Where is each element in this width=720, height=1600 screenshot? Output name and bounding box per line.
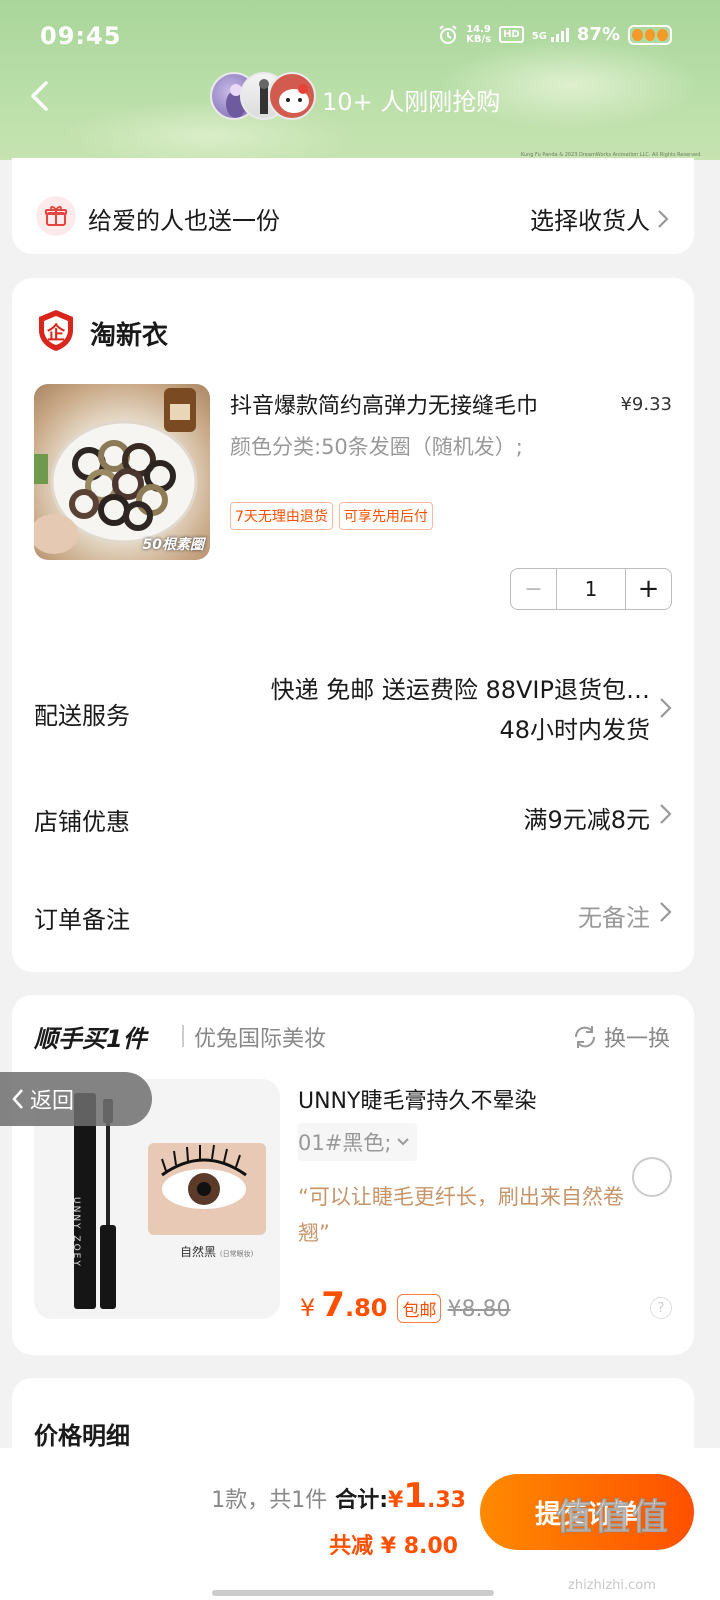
decrease-button[interactable]: −	[511, 569, 557, 609]
add-on-recommendation-card: 顺手买1件 优兔国际美妆 换一换 UNNY ZOEY 自然黑 (日常眼妆) UN…	[12, 995, 694, 1355]
chevron-right-icon	[660, 698, 672, 718]
watermark-url: zhizhizhi.com	[568, 1578, 656, 1593]
quantity-stepper: − 1 +	[510, 568, 672, 610]
product-quote: “可以让睫毛更纤长，刷出来自然卷翘”	[298, 1185, 624, 1245]
battery-percent: 87%	[576, 24, 620, 45]
chevron-left-icon	[31, 81, 48, 111]
product-title[interactable]: 抖音爆款简约高弹力无接缝毛巾	[230, 388, 538, 420]
gift-icon	[36, 196, 76, 236]
recommend-title: 顺手买1件	[34, 1025, 147, 1053]
delivery-options: 快递 免邮 送运费险 88VIP退货包…	[270, 676, 650, 704]
product-image-caption: 50根素圈	[142, 537, 204, 553]
price-integer: 7	[321, 1285, 345, 1325]
chevron-left-icon	[12, 1089, 23, 1109]
chevron-down-icon	[397, 1138, 410, 1146]
help-icon[interactable]: ?	[650, 1297, 672, 1319]
shop-discount-label: 店铺优惠	[34, 808, 130, 836]
enterprise-shield-icon: 企	[39, 310, 73, 351]
battery-icon	[628, 24, 672, 45]
delivery-service-row[interactable]: 快递 免邮 送运费险 88VIP退货包… 48小时内发货	[271, 670, 650, 750]
recommend-shop[interactable]: 优兔国际美妆	[194, 1021, 326, 1053]
refresh-button[interactable]: 换一换	[572, 1021, 670, 1053]
tag-return-policy: 7天无理由退货	[230, 502, 333, 530]
home-indicator[interactable]	[212, 1590, 494, 1596]
delivery-time: 48小时内发货	[499, 716, 650, 744]
select-recipient-label: 选择收货人	[530, 207, 650, 235]
buyer-avatars	[210, 72, 320, 122]
chevron-right-icon	[658, 209, 669, 228]
header-banner: Kung Fu Panda & 2023 DreamWorks Animatio…	[0, 0, 720, 160]
status-time: 09:45	[40, 22, 122, 50]
shop-discount-value[interactable]: 满9元减8元	[523, 800, 650, 835]
service-tags: 7天无理由退货 可享先用后付	[230, 502, 433, 530]
price-decimal: .80	[344, 1294, 388, 1322]
original-price: ¥8.80	[447, 1297, 511, 1322]
increase-button[interactable]: +	[625, 569, 671, 609]
recommend-price: ¥ 7 .80 包邮 ¥8.80	[300, 1285, 510, 1325]
divider	[182, 1025, 184, 1047]
gift-card[interactable]: 给爱的人也送一份 选择收货人	[12, 158, 694, 254]
shop-order-card: 企 淘新衣 50根素圈 抖音爆款简约高弹力无接缝毛巾 ¥9.33 颜色分类:50…	[12, 278, 694, 972]
total-decimal: .33	[427, 1488, 466, 1513]
total-discount[interactable]: 共减 ¥ 8.00	[329, 1528, 458, 1560]
watermark: 值值值	[555, 1497, 671, 1539]
product-variant[interactable]: 颜色分类:50条发圈（随机发）;	[230, 430, 550, 464]
image-caption: 自然黑 (日常眼妆)	[180, 1243, 253, 1260]
chevron-right-icon	[660, 902, 672, 922]
quantity-value[interactable]: 1	[557, 569, 625, 609]
brand-print: UNNY ZOEY	[71, 1197, 81, 1268]
status-bar-icons: 14.9 KB/s HD 5G 87%	[438, 24, 672, 45]
delivery-label: 配送服务	[34, 702, 130, 730]
product-price: ¥9.33	[620, 394, 672, 415]
item-count: 1款，共1件	[211, 1488, 328, 1513]
floating-back-label: 返回	[30, 1089, 75, 1114]
hd-badge: HD	[499, 26, 524, 43]
network-speed-value: 14.9	[466, 23, 491, 35]
image-caption-main: 自然黑	[180, 1245, 217, 1259]
image-caption-sub: (日常眼妆)	[219, 1250, 254, 1258]
total-summary: 1款，共1件 合计: ¥ 1 .33	[211, 1476, 466, 1516]
total-currency: ¥	[388, 1488, 404, 1513]
signal-icon: 5G	[531, 27, 569, 42]
order-note-label: 订单备注	[34, 906, 130, 934]
order-note-value[interactable]: 无备注	[578, 898, 650, 933]
avatar	[268, 72, 316, 120]
free-shipping-badge: 包邮	[397, 1294, 442, 1323]
product-image[interactable]: 50根素圈	[34, 384, 210, 560]
network-speed-unit: KB/s	[466, 33, 492, 45]
spec-value: 01#黑色;	[298, 1131, 392, 1155]
network-type: 5G	[531, 30, 547, 42]
alarm-icon	[439, 24, 457, 44]
recent-buyers-text: 10+ 人刚刚抢购	[322, 88, 501, 116]
total-label: 合计:	[335, 1488, 389, 1513]
tag-pay-later: 可享先用后付	[338, 502, 433, 530]
refresh-label: 换一换	[603, 1027, 670, 1052]
price-currency: ¥	[300, 1294, 316, 1322]
price-detail-title: 价格明细	[34, 1422, 130, 1450]
network-speed: 14.9 KB/s	[466, 23, 492, 45]
select-recipient-link[interactable]: 选择收货人	[530, 201, 670, 236]
spec-select[interactable]: 01#黑色;	[298, 1123, 418, 1161]
total-integer: 1	[403, 1476, 428, 1516]
recommend-product-name[interactable]: UNNY睫毛膏持久不晕染	[298, 1083, 536, 1115]
shop-name[interactable]: 淘新衣	[90, 315, 168, 352]
refresh-icon	[574, 1026, 595, 1048]
floating-back-button[interactable]: 返回	[0, 1072, 152, 1126]
svg-text:企: 企	[46, 322, 66, 344]
back-button[interactable]	[24, 78, 54, 114]
chevron-right-icon	[660, 804, 672, 824]
gift-label: 给爱的人也送一份	[88, 207, 280, 235]
select-add-on-radio[interactable]	[632, 1157, 672, 1197]
